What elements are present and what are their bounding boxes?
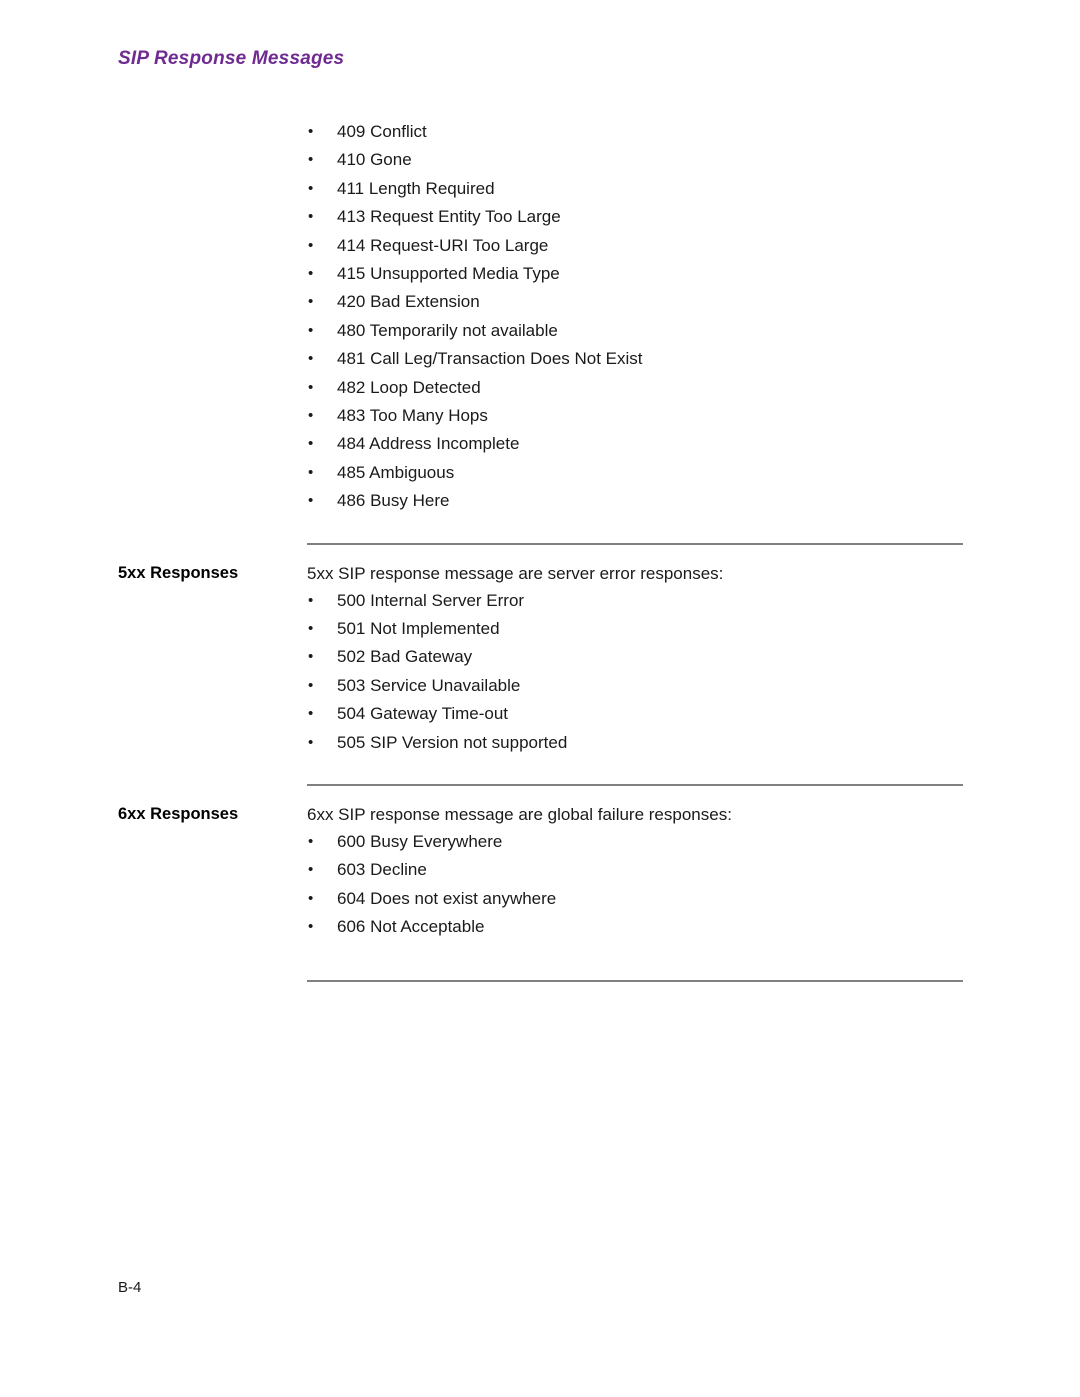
list-item: • 606 Not Acceptable [307, 913, 556, 941]
response-code-label: 502 Bad Gateway [337, 647, 473, 667]
bullet-icon: • [308, 861, 314, 879]
response-code-list-6xx: • 600 Busy Everywhere • 603 Decline • 604 Doe… [307, 828, 556, 942]
list-item: • 486 Busy Here [307, 487, 643, 515]
section-intro-5xx: 5xx SIP response message are server erro… [307, 563, 724, 583]
bullet-icon: • [308, 733, 314, 751]
response-code-label: 603 Decline [337, 860, 427, 880]
bullet-icon: • [308, 705, 314, 723]
response-code-label: 604 Does not exist anywhere [337, 888, 557, 908]
list-item: • 485 Ambiguous [307, 459, 643, 487]
bullet-icon: • [308, 833, 314, 850]
list-item: • 504 Gateway Time-out [307, 700, 567, 728]
response-code-label: 600 Busy Everywhere [337, 832, 503, 851]
bullet-icon: • [308, 321, 314, 339]
section-intro-6xx: 6xx SIP response message are global fail… [307, 805, 732, 824]
list-item: • 483 Too Many Hops [307, 402, 643, 430]
response-code-label: 483 Too Many Hops [337, 405, 488, 425]
section-label-6xx: 6xx Responses [118, 805, 239, 823]
bullet-icon: • [308, 918, 314, 936]
section-closing-rule [307, 979, 963, 982]
list-item: • 503 Service Unavailable [307, 672, 567, 700]
section-divider-rule [307, 542, 963, 545]
list-item: • 500 Internal Server Error [307, 587, 567, 615]
response-code-label: 482 Loop Detected [337, 377, 481, 397]
response-code-label: 500 Internal Server Error [337, 590, 525, 610]
bullet-icon: • [308, 463, 314, 481]
running-header-title: SIP Response Messages [118, 48, 345, 69]
list-item: • 409 Conflict [307, 118, 643, 146]
bullet-icon: • [308, 123, 314, 140]
list-item: • 413 Request Entity Too Large [307, 203, 643, 231]
list-item: • 501 Not Implemented [307, 615, 567, 643]
section-divider-rule [307, 784, 963, 786]
bullet-icon: • [308, 378, 314, 396]
response-code-list-5xx: • 500 Internal Server Error • 501 Not Imple… [307, 587, 567, 757]
list-item: • 415 Unsupported Media Type [307, 260, 643, 288]
list-item: • 410 Gone [307, 146, 643, 174]
bullet-icon: • [308, 151, 314, 169]
response-code-label: 484 Address Incomplete [337, 434, 520, 454]
bullet-icon: • [308, 406, 314, 424]
document-page: SIP Response Messages • 409 Conflict • 410 … [0, 0, 1080, 1397]
response-code-label: 504 Gateway Time-out [337, 704, 509, 724]
page-number: B-4 [118, 1279, 142, 1296]
bullet-icon: • [308, 889, 314, 907]
list-item: • 604 Does not exist anywhere [307, 885, 556, 913]
response-code-label: 414 Request-URI Too Large [337, 235, 549, 255]
list-item: • 480 Temporarily not available [307, 317, 643, 345]
list-item: • 502 Bad Gateway [307, 643, 567, 671]
response-code-label: 503 Service Unavailable [337, 675, 521, 695]
list-item: • 420 Bad Extension [307, 288, 643, 316]
list-item: • 414 Request-URI Too Large [307, 232, 643, 260]
response-code-list-4xx-continued: • 409 Conflict • 410 Gone • 411 Length Requir… [307, 118, 643, 515]
bullet-icon: • [308, 619, 314, 637]
response-code-label: 480 Temporarily not available [337, 320, 558, 340]
response-code-label: 606 Not Acceptable [337, 917, 485, 937]
list-item: • 600 Busy Everywhere [307, 828, 556, 856]
bullet-icon: • [308, 591, 314, 609]
bullet-icon: • [308, 293, 314, 311]
list-item: • 505 SIP Version not supported [307, 729, 567, 757]
list-item: • 603 Decline [307, 856, 556, 884]
bullet-icon: • [308, 350, 314, 368]
response-code-label: 413 Request Entity Too Large [337, 207, 561, 227]
response-code-label: 409 Conflict [337, 122, 427, 141]
bullet-icon: • [308, 264, 314, 282]
bullet-icon: • [308, 435, 314, 453]
list-item: • 482 Loop Detected [307, 374, 643, 402]
section-label-5xx: 5xx Responses [118, 563, 239, 582]
bullet-icon: • [308, 676, 314, 694]
bullet-icon: • [308, 208, 314, 226]
response-code-label: 505 SIP Version not supported [337, 732, 568, 752]
bullet-icon: • [308, 179, 314, 197]
bullet-icon: • [308, 236, 314, 254]
response-code-label: 420 Bad Extension [337, 292, 480, 312]
response-code-label: 501 Not Implemented [337, 618, 500, 638]
response-code-label: 415 Unsupported Media Type [337, 263, 560, 283]
response-code-label: 481 Call Leg/Transaction Does Not Exist [337, 349, 643, 369]
response-code-label: 485 Ambiguous [337, 462, 455, 482]
response-code-label: 411 Length Required [337, 178, 495, 198]
bullet-icon: • [308, 648, 314, 666]
response-code-label: 486 Busy Here [337, 491, 450, 511]
bullet-icon: • [308, 492, 314, 510]
list-item: • 481 Call Leg/Transaction Does Not Exist [307, 345, 643, 373]
response-code-label: 410 Gone [337, 150, 412, 170]
list-item: • 411 Length Required [307, 175, 643, 203]
list-item: • 484 Address Incomplete [307, 430, 643, 458]
